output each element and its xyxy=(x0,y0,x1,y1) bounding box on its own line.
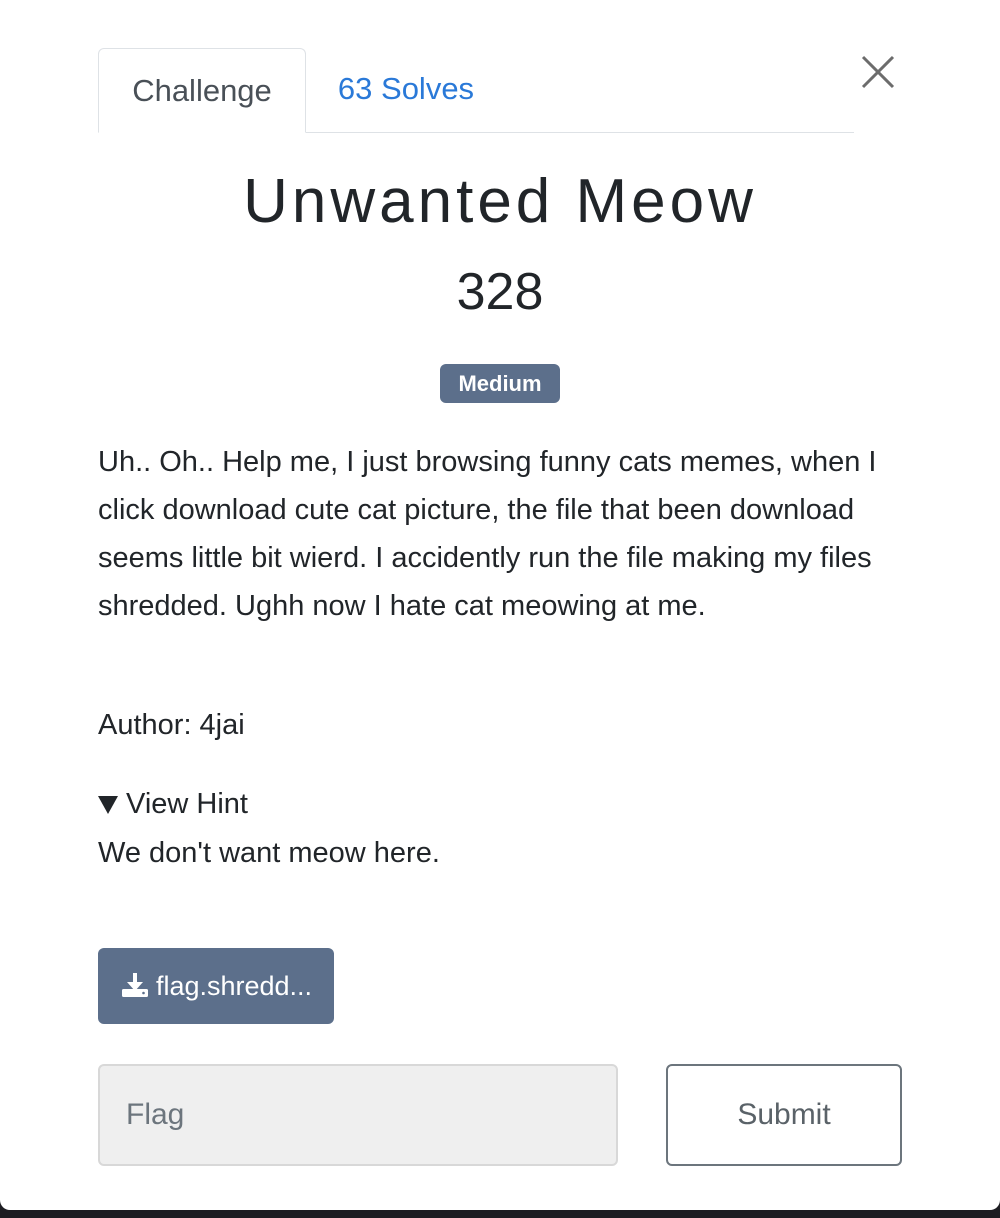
tab-challenge[interactable]: Challenge xyxy=(98,48,306,133)
challenge-points: 328 xyxy=(456,263,544,321)
difficulty-badge: Medium xyxy=(440,364,560,403)
challenge-title: Unwanted Meow xyxy=(243,167,757,236)
tab-solves[interactable]: 63 Solves xyxy=(306,48,506,130)
download-file-label: flag.shredd... xyxy=(155,970,313,1001)
view-hint-toggle[interactable]: View Hint xyxy=(98,788,248,821)
close-button[interactable] xyxy=(856,50,900,94)
hint-content: We don't want meow here. xyxy=(98,837,440,869)
close-icon xyxy=(861,55,895,89)
triangle-down-icon xyxy=(98,795,118,814)
download-icon xyxy=(121,973,148,997)
download-file-button[interactable]: flag.shredd... xyxy=(98,948,334,1024)
challenge-description: Uh.. Oh.. Help me, I just browsing funny… xyxy=(98,446,877,622)
flag-input[interactable] xyxy=(98,1064,618,1166)
view-hint-label: View Hint xyxy=(126,788,248,820)
challenge-author: Author: 4jai xyxy=(98,709,245,741)
challenge-tabs: Challenge 63 Solves xyxy=(98,48,854,133)
submit-button[interactable]: Submit xyxy=(666,1064,902,1166)
challenge-modal: Challenge 63 Solves Unwanted Meow 328 Me… xyxy=(0,0,1000,1210)
